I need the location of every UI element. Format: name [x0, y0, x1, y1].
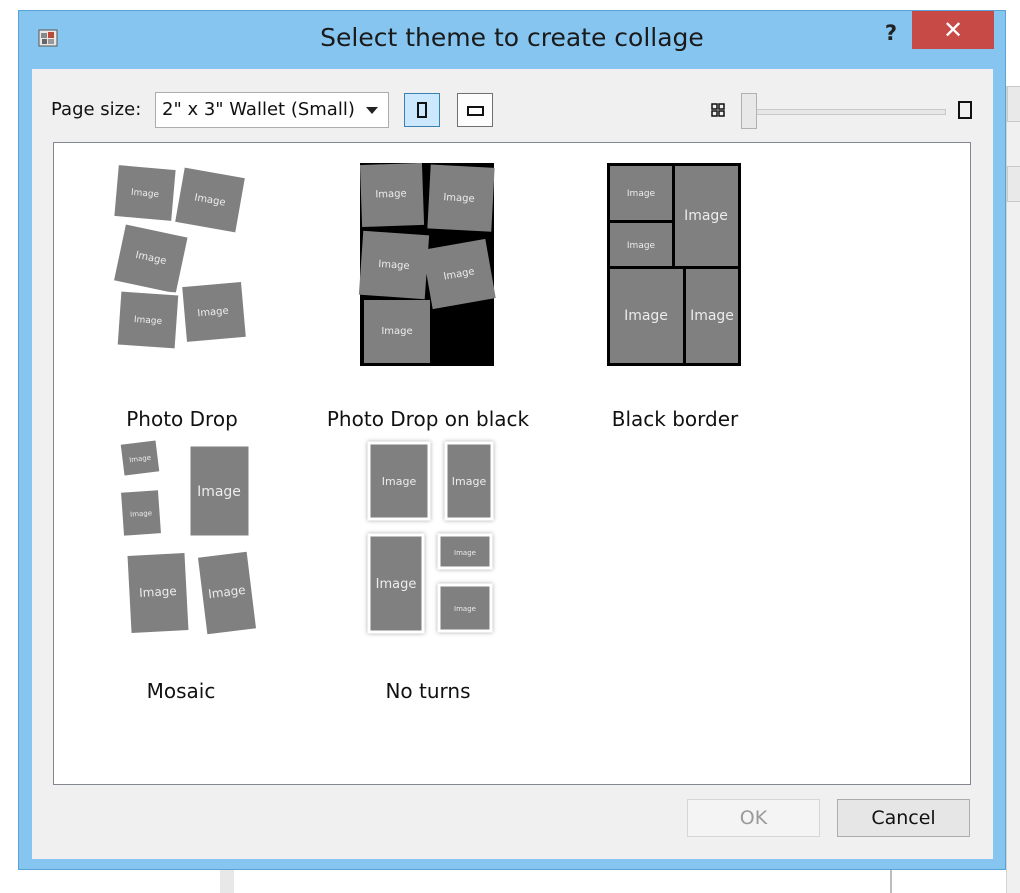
- theme-no-turns-preview: Image Image Image Image Image: [367, 441, 494, 634]
- theme-photo-drop-preview: Image Image Image Image Image: [110, 163, 250, 352]
- tile-label: Image: [452, 475, 487, 488]
- tile: Image: [359, 163, 425, 228]
- tile: Image: [358, 230, 430, 300]
- ok-button[interactable]: OK: [687, 799, 820, 837]
- landscape-icon: [467, 106, 484, 116]
- theme-photo-drop[interactable]: Image Image Image Image Image Photo Drop: [67, 163, 297, 433]
- tile: Image: [124, 549, 192, 637]
- background-button: [1007, 166, 1020, 202]
- tile: Image: [686, 269, 738, 363]
- tile-label: Image: [134, 315, 163, 327]
- tile: Image: [194, 548, 260, 638]
- page-size-label: Page size:: [51, 99, 142, 120]
- tile-label: Image: [443, 192, 475, 205]
- tile: Image: [187, 443, 252, 539]
- landscape-orientation-button[interactable]: [457, 93, 493, 127]
- theme-label: No turns: [385, 679, 471, 703]
- tile: Image: [422, 238, 496, 310]
- theme-label: Photo Drop on black: [326, 407, 530, 431]
- tile: Image: [171, 164, 249, 236]
- theme-no-turns[interactable]: Image Image Image Image Image No turns: [313, 435, 543, 705]
- tile: Image: [178, 278, 250, 346]
- portrait-orientation-button[interactable]: [404, 93, 440, 127]
- theme-label: Black border: [611, 407, 739, 431]
- background-button: [1007, 86, 1020, 122]
- theme-label: Mosaic: [146, 679, 216, 703]
- page-size-value: 2" x 3" Wallet (Small): [162, 99, 355, 120]
- chevron-down-icon: [366, 107, 378, 114]
- tile-label: Image: [627, 241, 656, 251]
- dialog-body: Page size: 2" x 3" Wallet (Small) Image: [32, 69, 993, 859]
- tile: Image: [610, 223, 672, 266]
- small-thumbnails-icon: [711, 103, 725, 117]
- tile: Image: [610, 166, 672, 220]
- theme-label: Photo Drop: [126, 407, 238, 431]
- tile-label: Image: [381, 326, 412, 337]
- tile-label: Image: [684, 208, 728, 224]
- tile-label: Image: [454, 605, 476, 613]
- tile-label: Image: [376, 577, 417, 592]
- tile: Image: [364, 300, 430, 363]
- dialog-title: Select theme to create collage: [320, 23, 704, 52]
- theme-black-border-preview: Image Image Image Image Image: [607, 163, 741, 366]
- theme-photo-drop-on-black-preview: Image Image Image Image Image: [358, 163, 496, 366]
- background-window-edge: [1006, 86, 1020, 893]
- tile-label: Image: [690, 308, 734, 324]
- tile: Image: [110, 220, 192, 297]
- theme-dialog: Select theme to create collage ? ✕ Page …: [18, 10, 1006, 870]
- close-icon: ✕: [942, 16, 964, 44]
- theme-mosaic-preview: Image Image Image Image Image: [117, 437, 260, 638]
- close-button[interactable]: ✕: [912, 11, 994, 49]
- theme-mosaic[interactable]: Image Image Image Image Image Mosaic: [66, 435, 296, 705]
- thumbnail-size-slider-thumb[interactable]: [741, 93, 757, 129]
- help-button[interactable]: ?: [871, 15, 911, 51]
- tile: Image: [367, 441, 431, 521]
- tile: Image: [114, 288, 182, 352]
- portrait-icon: [417, 102, 427, 118]
- tile-label: Image: [382, 475, 417, 488]
- thumbnail-size-slider-track[interactable]: [754, 109, 946, 115]
- title-bar: Select theme to create collage ? ✕: [19, 11, 1005, 69]
- tile-label: Image: [197, 484, 241, 500]
- tile: Image: [111, 163, 179, 225]
- theme-photo-drop-on-black[interactable]: Image Image Image Image Image Photo Drop…: [313, 163, 543, 433]
- tile: Image: [610, 269, 683, 363]
- page-size-select[interactable]: 2" x 3" Wallet (Small): [155, 92, 389, 128]
- tile: Image: [367, 533, 425, 634]
- tile: Image: [675, 166, 738, 266]
- tile-label: Image: [378, 259, 410, 272]
- tile: Image: [437, 533, 493, 570]
- tile-label: Image: [139, 584, 177, 600]
- large-thumbnails-icon: [958, 101, 972, 119]
- theme-black-border[interactable]: Image Image Image Image Image Black bord…: [560, 163, 790, 433]
- tile: Image: [444, 441, 494, 521]
- tile-label: Image: [454, 549, 476, 557]
- tile: Image: [117, 437, 163, 479]
- tile-label: Image: [627, 189, 656, 199]
- tile-label: Image: [624, 308, 668, 324]
- theme-list: Image Image Image Image Image Photo Drop…: [53, 142, 971, 785]
- cancel-button[interactable]: Cancel: [837, 799, 970, 837]
- tile: Image: [117, 486, 165, 539]
- tile-label: Image: [375, 188, 407, 200]
- tile: Image: [437, 583, 493, 633]
- tile: Image: [427, 164, 495, 232]
- tile-label: Image: [130, 509, 152, 519]
